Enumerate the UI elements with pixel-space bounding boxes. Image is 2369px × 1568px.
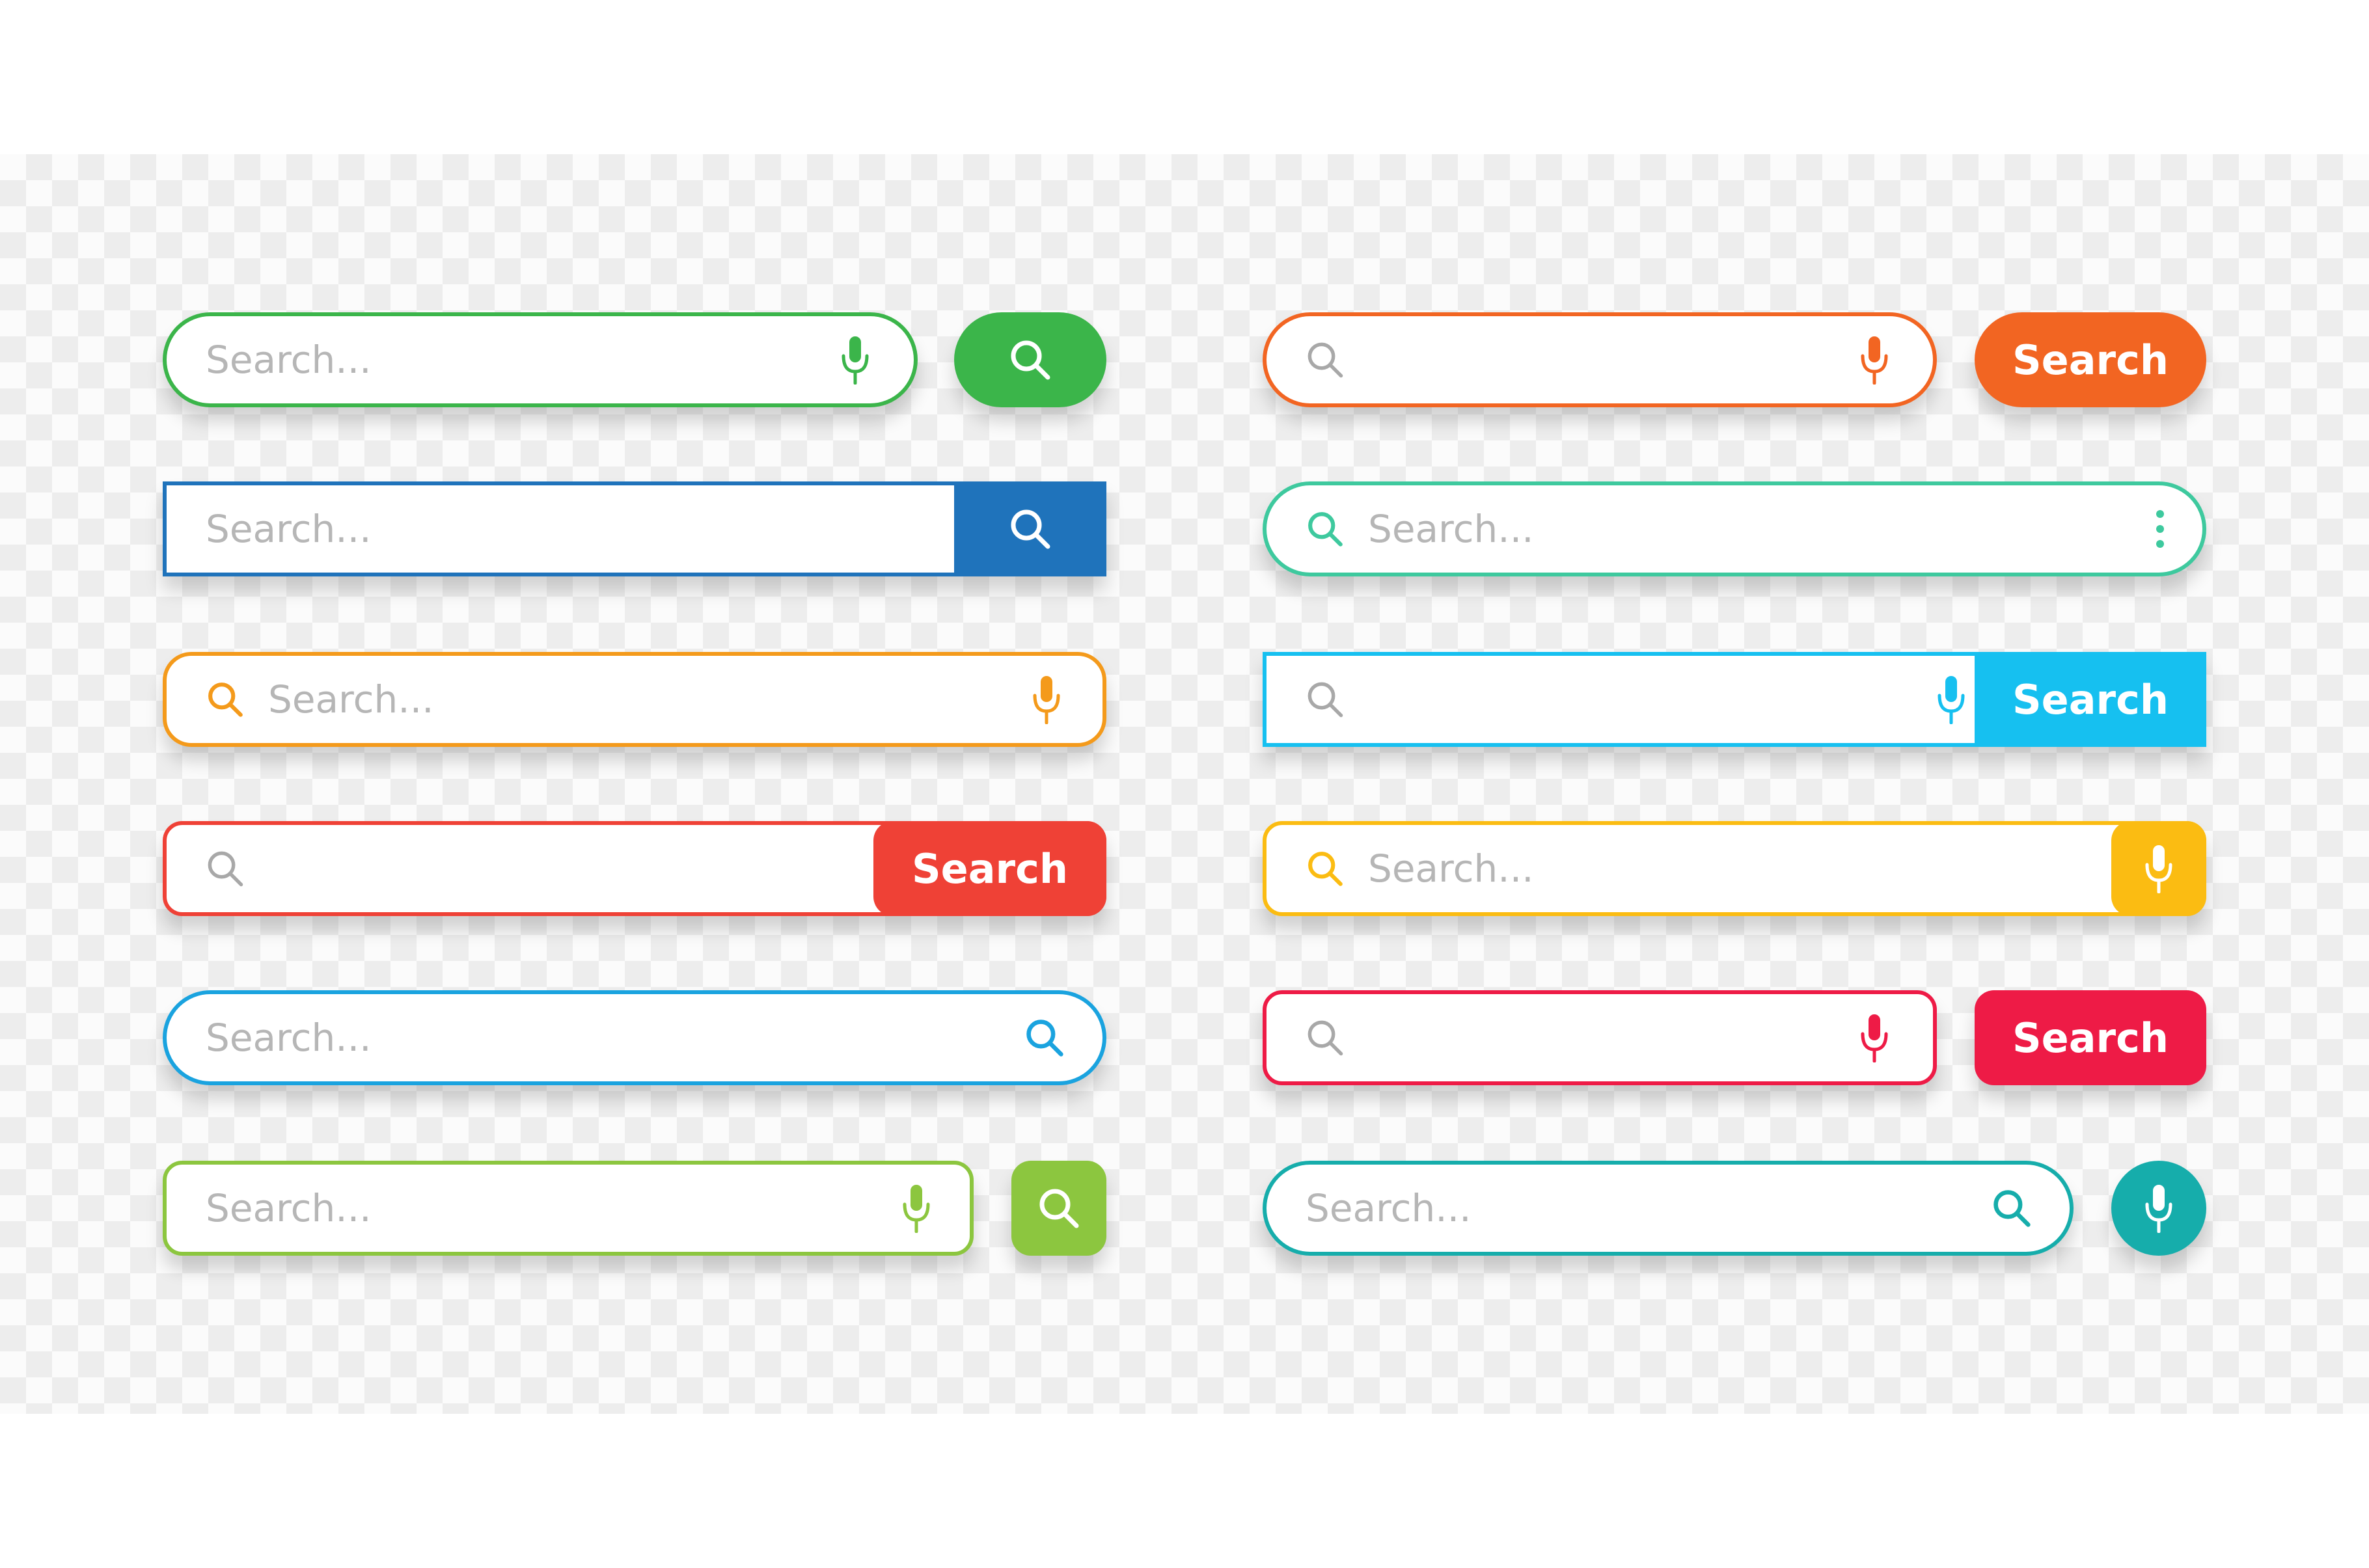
microphone-button[interactable]: [2111, 821, 2206, 916]
search-text-button[interactable]: Search: [1975, 312, 2206, 407]
microphone-icon[interactable]: [897, 1165, 936, 1252]
search-button-label: Search: [2012, 675, 2169, 723]
search-input[interactable]: Search...: [1368, 485, 1534, 573]
microphone-icon[interactable]: [1855, 316, 1894, 403]
search-bar-orange[interactable]: Search...: [163, 652, 1106, 747]
search-bar-blue[interactable]: Search...: [163, 481, 1106, 576]
search-icon: [1009, 338, 1052, 381]
search-button[interactable]: [954, 312, 1106, 407]
microphone-icon: [2144, 844, 2173, 893]
search-bar-cyan[interactable]: Search: [1263, 652, 2206, 747]
search-input[interactable]: Search...: [268, 656, 434, 743]
search-icon[interactable]: [206, 656, 245, 743]
search-button-label: Search: [911, 845, 1068, 893]
search-icon[interactable]: [1306, 485, 1345, 573]
search-input[interactable]: Search...: [1306, 1165, 1472, 1252]
search-bar-mint[interactable]: Search...: [1263, 481, 2206, 576]
more-vertical-icon[interactable]: [2150, 485, 2170, 573]
microphone-icon[interactable]: [1027, 656, 1066, 743]
search-bar-teal[interactable]: Search...: [1263, 1161, 2074, 1256]
search-text-button[interactable]: Search: [1975, 990, 2206, 1085]
search-icon[interactable]: [206, 825, 245, 912]
microphone-button[interactable]: [2111, 1161, 2206, 1256]
search-icon[interactable]: [1990, 1165, 2033, 1252]
search-bar-lime[interactable]: Search...: [163, 1161, 974, 1256]
microphone-icon[interactable]: [1932, 656, 1971, 743]
search-input[interactable]: Search...: [206, 994, 372, 1081]
search-button[interactable]: [954, 481, 1106, 576]
search-icon: [1037, 1187, 1080, 1230]
search-icon[interactable]: [1306, 994, 1345, 1081]
search-input[interactable]: Search...: [206, 485, 372, 573]
search-input[interactable]: Search...: [206, 316, 372, 403]
microphone-icon[interactable]: [1855, 994, 1894, 1081]
search-icon[interactable]: [1306, 825, 1345, 912]
search-text-button[interactable]: Search: [1975, 652, 2206, 747]
search-button-label: Search: [2012, 1014, 2169, 1062]
search-bar-deep-orange[interactable]: [1263, 312, 1937, 407]
search-text-button[interactable]: Search: [873, 821, 1106, 916]
microphone-icon: [2144, 1183, 2173, 1233]
microphone-icon[interactable]: [836, 316, 875, 403]
search-input[interactable]: Search...: [1368, 825, 1534, 912]
search-bar-red[interactable]: Search: [163, 821, 1106, 916]
search-bar-green[interactable]: Search...: [163, 312, 918, 407]
search-input[interactable]: Search...: [206, 1165, 372, 1252]
search-button-label: Search: [2012, 336, 2169, 384]
search-icon[interactable]: [1306, 656, 1345, 743]
search-icon[interactable]: [1306, 316, 1345, 403]
search-icon: [1009, 507, 1052, 550]
search-icon[interactable]: [1023, 994, 1066, 1081]
search-bar-sky[interactable]: Search...: [163, 990, 1106, 1085]
search-bar-crimson[interactable]: [1263, 990, 1937, 1085]
search-button[interactable]: [1011, 1161, 1106, 1256]
search-bar-yellow[interactable]: Search...: [1263, 821, 2206, 916]
